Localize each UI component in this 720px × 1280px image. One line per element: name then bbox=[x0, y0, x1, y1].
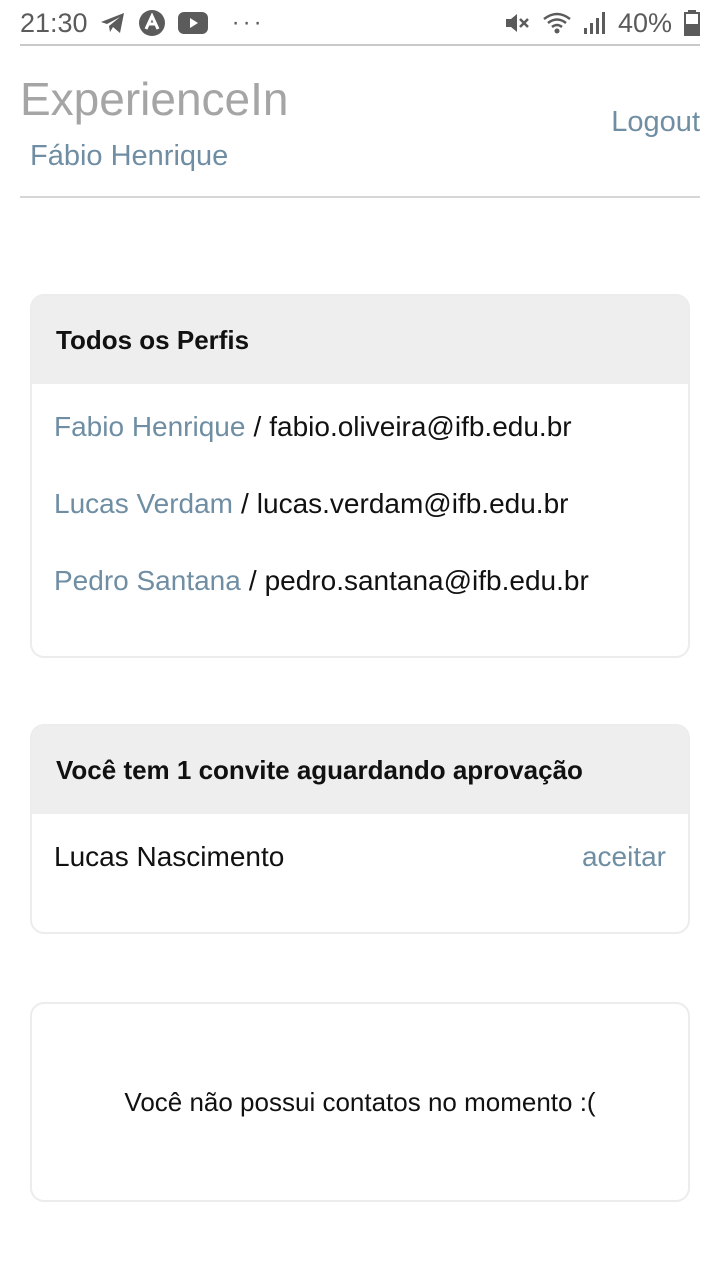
battery-icon bbox=[684, 10, 700, 36]
wifi-icon bbox=[542, 11, 572, 35]
profile-row: Lucas Verdam / lucas.verdam@ifb.edu.br bbox=[54, 465, 666, 542]
profiles-list: Fabio Henrique / fabio.oliveira@ifb.edu.… bbox=[32, 388, 688, 619]
status-time: 21:30 bbox=[20, 7, 88, 38]
profile-name-link[interactable]: Pedro Santana bbox=[54, 565, 241, 597]
youtube-icon bbox=[177, 12, 208, 34]
invite-sender-name: Lucas Nascimento bbox=[54, 841, 285, 872]
brand-title: ExperienceIn bbox=[20, 73, 289, 125]
profile-email: pedro.santana@ifb.edu.br bbox=[264, 564, 589, 596]
telegram-icon bbox=[100, 11, 126, 35]
more-notifications: ··· bbox=[231, 9, 265, 36]
battery-percent: 40% bbox=[617, 7, 672, 38]
profile-separator: / bbox=[248, 564, 257, 596]
logout-link[interactable]: Logout bbox=[611, 108, 700, 137]
mute-icon bbox=[504, 10, 530, 36]
status-left: 21:30 ··· bbox=[20, 8, 265, 39]
profile-email: fabio.oliveira@ifb.edu.br bbox=[269, 410, 572, 442]
invite-row: Lucas Nascimento aceitar bbox=[32, 814, 688, 900]
pending-invites-title: Você tem 1 convite aguardando aprovação bbox=[32, 726, 688, 814]
profile-email: lucas.verdam@ifb.edu.br bbox=[256, 487, 569, 519]
app-a-icon bbox=[138, 9, 166, 37]
profile-name-link[interactable]: Fabio Henrique bbox=[54, 411, 245, 443]
profile-row: Pedro Santana / pedro.santana@ifb.edu.br bbox=[54, 542, 666, 619]
signal-icon bbox=[583, 11, 606, 35]
profile-name-link[interactable]: Lucas Verdam bbox=[54, 488, 233, 520]
accept-invite-link[interactable]: aceitar bbox=[582, 841, 666, 873]
app-header: ExperienceIn Fábio Henrique Logout bbox=[20, 46, 700, 198]
contacts-card: Você não possui contatos no momento :( bbox=[30, 1002, 690, 1202]
all-profiles-card: Todos os Perfis Fabio Henrique / fabio.o… bbox=[30, 294, 690, 658]
status-bar: 21:30 ··· 40% bbox=[0, 0, 720, 46]
no-contacts-message: Você não possui contatos no momento :( bbox=[124, 1086, 596, 1117]
profile-row: Fabio Henrique / fabio.oliveira@ifb.edu.… bbox=[54, 388, 666, 465]
profile-separator: / bbox=[253, 410, 262, 442]
profile-separator: / bbox=[241, 487, 249, 519]
current-user-link[interactable]: Fábio Henrique bbox=[30, 142, 228, 171]
pending-invites-card: Você tem 1 convite aguardando aprovação … bbox=[30, 724, 690, 934]
all-profiles-title: Todos os Perfis bbox=[32, 296, 688, 384]
status-right: 40% bbox=[504, 8, 700, 39]
